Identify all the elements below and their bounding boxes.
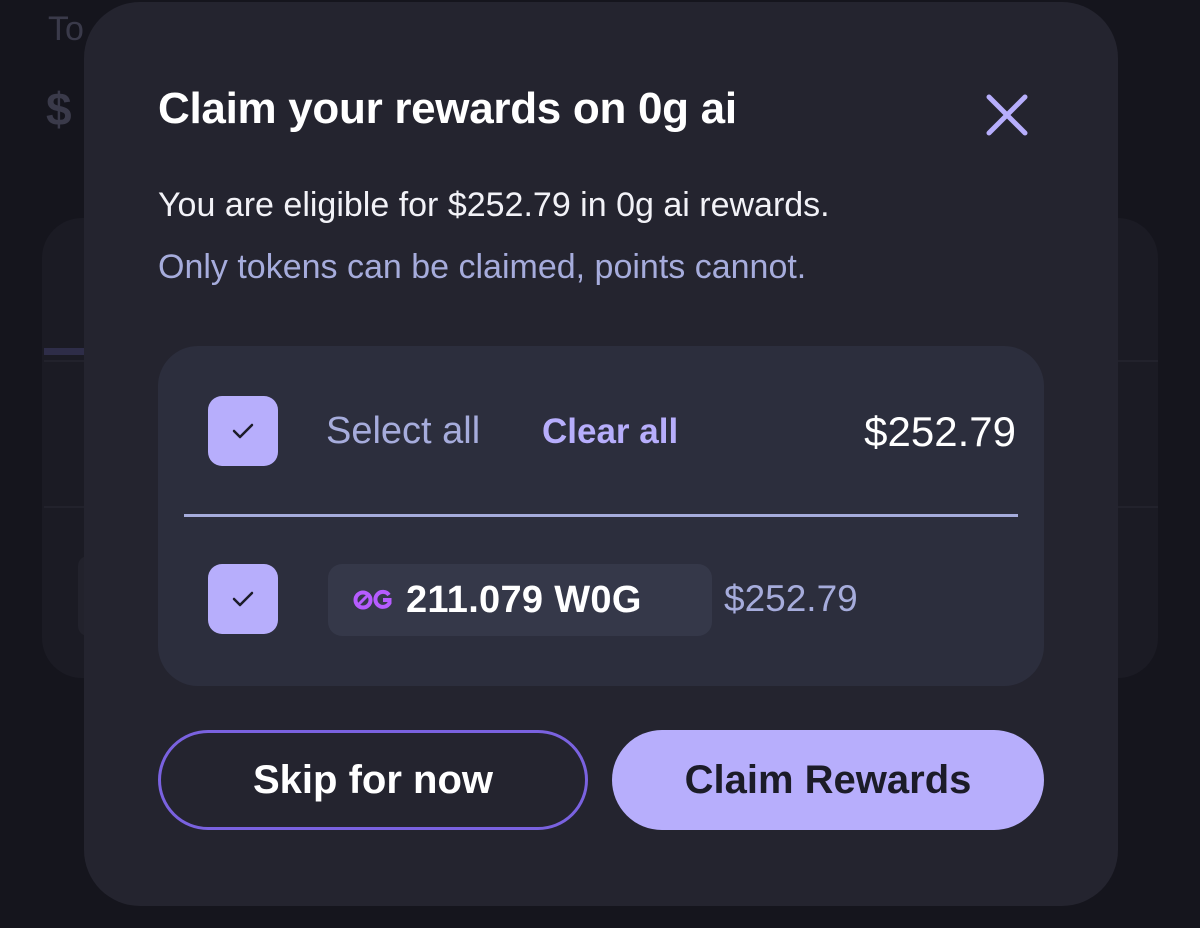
eligibility-description: You are eligible for $252.79 in 0g ai re… bbox=[158, 186, 830, 224]
total-amount: $252.79 bbox=[864, 408, 1016, 455]
close-button[interactable] bbox=[980, 88, 1034, 142]
claim-rewards-button[interactable]: Claim Rewards bbox=[612, 730, 1044, 830]
claim-rewards-modal: Claim your rewards on 0g ai You are elig… bbox=[84, 2, 1118, 906]
token-chip: 211.079 W0G bbox=[328, 564, 712, 636]
select-all-label[interactable]: Select all bbox=[326, 410, 480, 453]
clear-all-link[interactable]: Clear all bbox=[542, 412, 678, 452]
token-amount: 211.079 W0G bbox=[406, 578, 642, 621]
token-checkbox[interactable] bbox=[208, 564, 278, 634]
rewards-panel: Select all Clear all $252.79 211.079 W0G… bbox=[158, 346, 1044, 686]
background-total-value: $ bbox=[46, 83, 72, 135]
modal-title: Claim your rewards on 0g ai bbox=[158, 84, 737, 133]
select-all-checkbox[interactable] bbox=[208, 396, 278, 466]
token-value: $252.79 bbox=[724, 578, 858, 619]
0g-token-icon bbox=[352, 589, 394, 611]
check-icon bbox=[232, 591, 254, 607]
background-total-label: To bbox=[48, 10, 84, 48]
skip-button[interactable]: Skip for now bbox=[158, 730, 588, 830]
panel-divider bbox=[184, 514, 1018, 517]
claim-note: Only tokens can be claimed, points canno… bbox=[158, 248, 807, 286]
close-icon bbox=[986, 94, 1028, 136]
check-icon bbox=[232, 423, 254, 439]
